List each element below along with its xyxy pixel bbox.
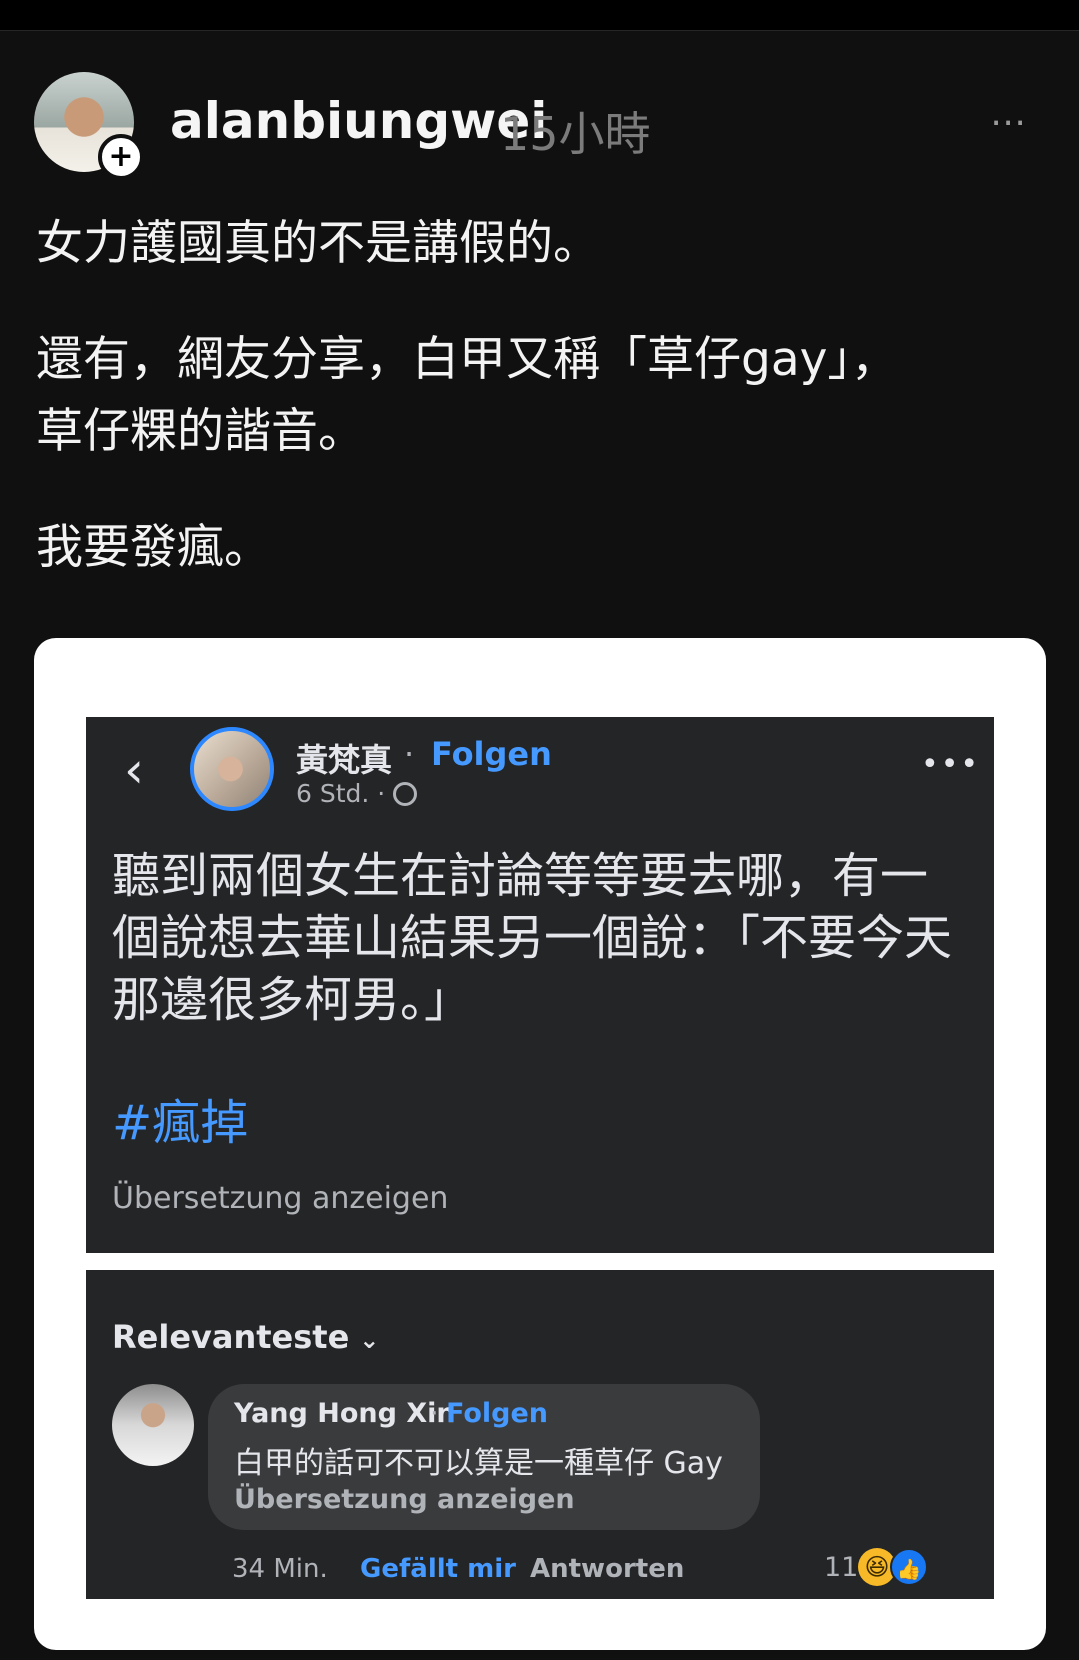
comment-like-link: Gefällt mir [360, 1554, 516, 1584]
fb-post-meta: 6 Std. · [296, 779, 418, 808]
fb-author-name: 黃梵真 [296, 741, 393, 779]
fb-post-panel: ‹ 黃梵真 · Folgen 6 Std. · ••• 聽到兩個女生在討論等等要… [86, 717, 994, 1253]
globe-icon [393, 782, 418, 806]
comment-sort: Relevanteste ⌄ [112, 1318, 379, 1356]
post-text-line-1: 女力護國真的不是講假的。 [36, 216, 600, 271]
post-text-line-3: 草仔粿的諧音。 [36, 404, 365, 459]
status-bar [0, 0, 1079, 31]
commenter-name: Yang Hong Xin [234, 1398, 456, 1429]
fb-follow-link: Folgen [431, 735, 552, 773]
fb-post-time: 6 Std. · [296, 779, 386, 808]
fb-translate-link: Übersetzung anzeigen [112, 1181, 449, 1216]
back-chevron-icon: ‹ [124, 741, 144, 799]
fb-author-avatar [190, 727, 274, 811]
more-options-icon[interactable]: ⋯ [990, 102, 1028, 143]
comment-sort-label: Relevanteste [112, 1318, 350, 1356]
comment-reply-link: Antworten [530, 1554, 685, 1584]
reaction-count: 11 [824, 1552, 859, 1583]
follow-plus-icon[interactable]: + [98, 134, 144, 180]
chevron-down-icon: ⌄ [359, 1326, 380, 1354]
like-reaction-icon: 👍 [890, 1548, 928, 1586]
post-text-line-2: 還有，網友分享，白甲又稱「草仔gay」， [36, 332, 898, 387]
fb-hashtag: #瘋掉 [112, 1095, 249, 1151]
comment-text: 白甲的話可不可以算是一種草仔 Gay [234, 1446, 723, 1481]
fb-separator: · [404, 735, 415, 773]
embedded-screenshot[interactable]: ‹ 黃梵真 · Folgen 6 Std. · ••• 聽到兩個女生在討論等等要… [34, 638, 1046, 1650]
fb-comments-panel: Relevanteste ⌄ Yang Hong Xin · Folgen 白甲的… [86, 1270, 994, 1599]
commenter-separator: · [430, 1398, 439, 1429]
comment-bubble: Yang Hong Xin · Folgen 白甲的話可不可以算是一種草仔 Ga… [208, 1384, 760, 1530]
fb-more-icon: ••• [921, 747, 981, 782]
author-avatar[interactable]: + [34, 72, 144, 180]
fb-post-body: 聽到兩個女生在討論等等要去哪，有一個說想去華山結果另一個說：「不要今天那邊很多柯… [112, 848, 953, 1028]
commenter-avatar [112, 1384, 194, 1466]
commenter-follow-link: Folgen [446, 1398, 549, 1429]
post-text-line-4: 我要發瘋。 [36, 520, 271, 575]
author-username[interactable]: alanbiungwei [170, 92, 547, 150]
comment-time: 34 Min. [232, 1554, 328, 1584]
post-time: 15小時 [500, 107, 651, 161]
comment-translate-link: Übersetzung anzeigen [234, 1484, 575, 1515]
